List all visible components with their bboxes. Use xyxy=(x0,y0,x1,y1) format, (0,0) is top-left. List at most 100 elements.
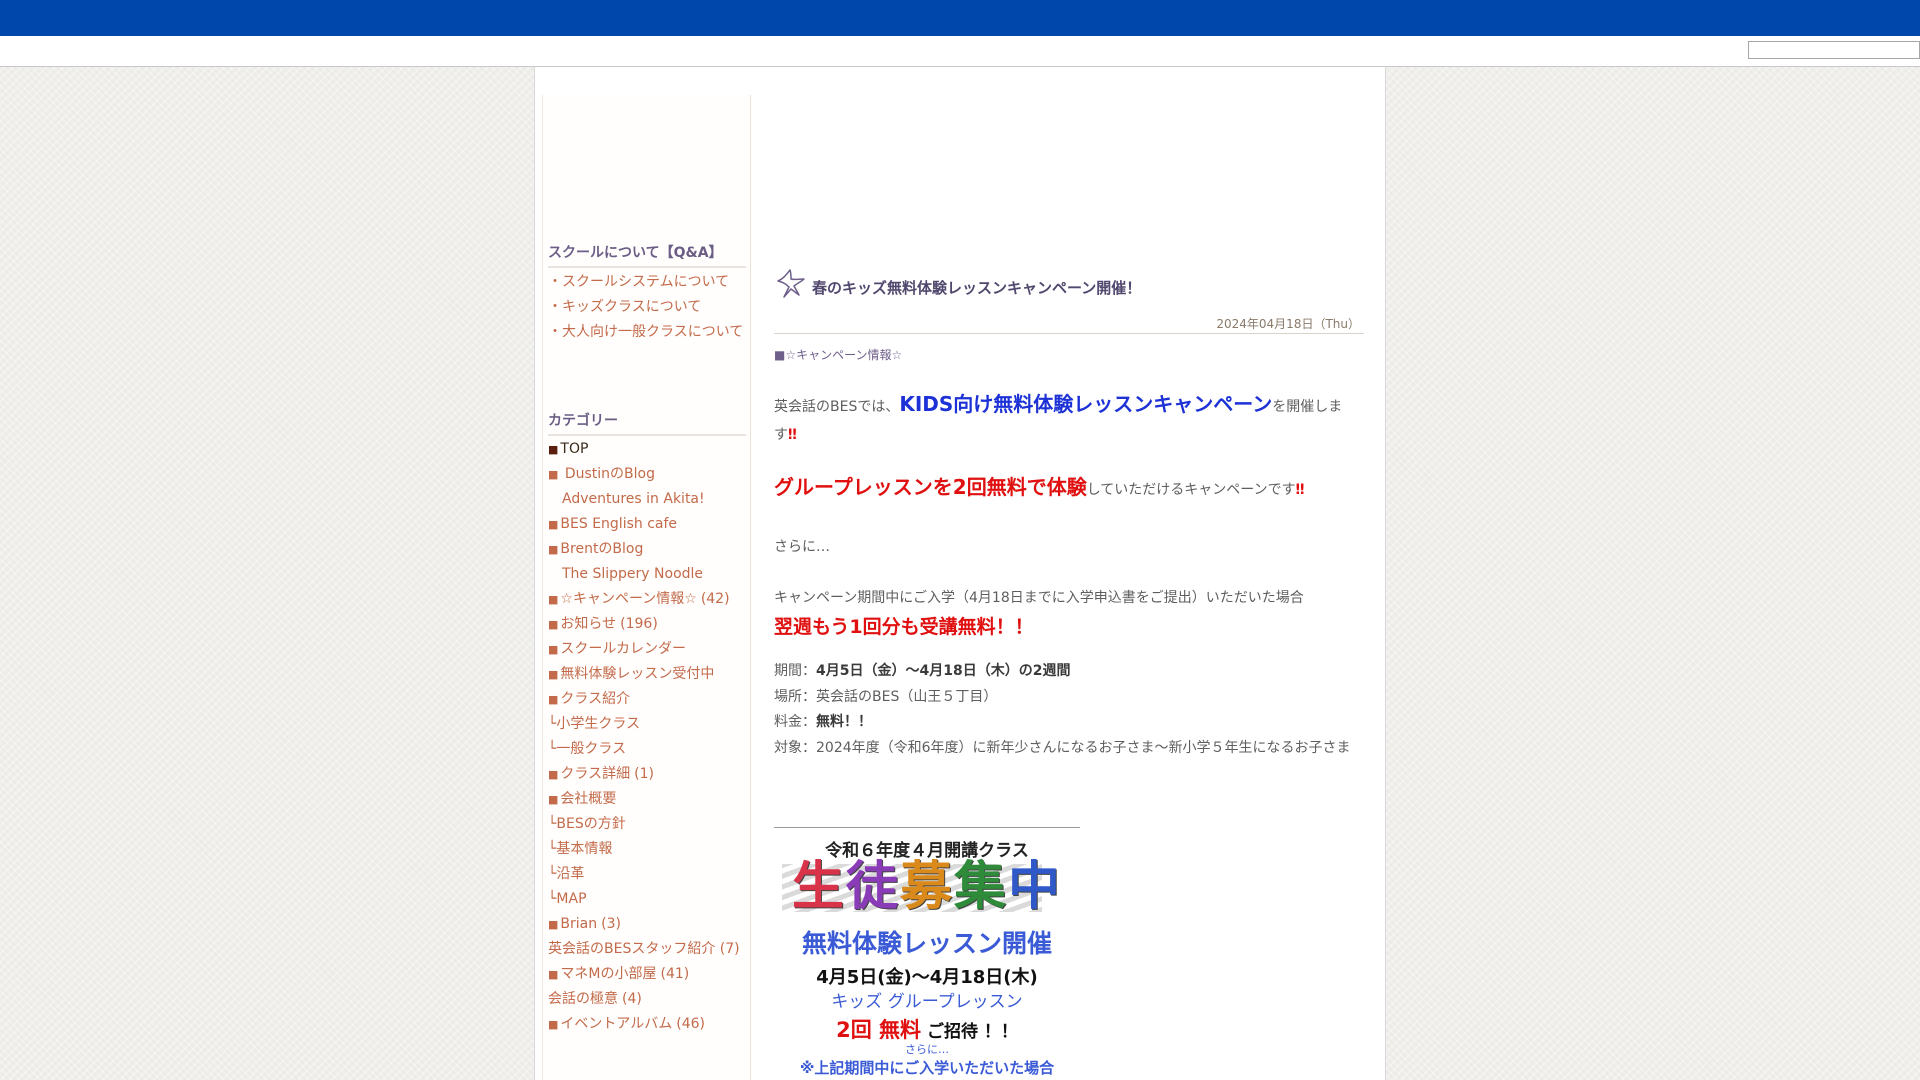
bonus-text: 翌週もう1回分も受講無料！！ xyxy=(774,613,1364,643)
category-item[interactable]: └基本情報 xyxy=(548,837,748,862)
category-count: (46) xyxy=(676,1016,706,1032)
sidebar: スクールについて【Q&A】 ・スクールシステムについて ・キッズクラスについて … xyxy=(542,95,751,1080)
category-item[interactable]: ■ BrentのBlog xyxy=(548,537,748,562)
category-item[interactable]: ■ DustinのBlog xyxy=(548,462,748,487)
category-label: └基本情報 xyxy=(548,841,613,857)
campaign-emphasis: グループレッスンを2回無料で体験 xyxy=(774,475,1087,499)
category-label: The Slippery Noodle xyxy=(562,566,704,582)
post-category-link[interactable]: ■☆キャンペーン情報☆ xyxy=(774,346,902,363)
furthermore-text: さらに… xyxy=(774,539,830,555)
period-suffix: の2週間 xyxy=(1018,663,1071,679)
category-item[interactable]: └小学生クラス xyxy=(548,712,748,737)
category-item[interactable]: ■ マネMの小部屋 (41) xyxy=(548,962,748,987)
fee-value: 無料！！ xyxy=(816,714,872,730)
school-link-system[interactable]: ・スクールシステムについて xyxy=(548,270,748,295)
category-label: DustinのBlog xyxy=(560,466,656,482)
intro-mark: ‼ xyxy=(788,427,797,443)
bullet-square-icon: ■ xyxy=(548,618,559,631)
category-item[interactable]: Adventures in Akita! xyxy=(548,487,748,512)
enrollment-condition: キャンペーン期間中にご入学（4月18日までに入学申込書をご提出）いただいた場合 xyxy=(774,590,1304,606)
post-title[interactable]: 春のキッズ無料体験レッスンキャンペーン開催！ xyxy=(812,277,1141,298)
category-label: BrentのBlog xyxy=(560,541,644,557)
campaign-suffix: していただけるキャンペーンです xyxy=(1086,482,1296,498)
category-item[interactable]: └一般クラス xyxy=(548,737,748,762)
flyer-char: 生 xyxy=(791,857,846,917)
category-count: (42) xyxy=(700,591,730,607)
flyer-char: 中 xyxy=(1008,857,1063,917)
category-item[interactable]: ■ TOP xyxy=(548,437,748,462)
category-count: (1) xyxy=(634,766,654,782)
category-item[interactable]: ■ ☆キャンペーン情報☆ (42) xyxy=(548,587,748,612)
bullet-square-icon: ■ xyxy=(548,593,559,606)
intro-paragraph: 英会話のBESでは、KIDS向け無料体験レッスンキャンペーンを開催します‼ xyxy=(774,390,1364,449)
category-label: └一般クラス xyxy=(548,741,627,757)
bullet-square-icon: ■ xyxy=(548,1018,559,1031)
ribbon-icon xyxy=(777,269,805,298)
fee-line: 料金：無料！！ xyxy=(774,710,1364,736)
school-link-kids[interactable]: ・キッズクラスについて xyxy=(548,295,748,320)
category-label: 英会話のBESスタッフ紹介 (7) xyxy=(548,941,740,957)
category-label: お知らせ xyxy=(560,616,617,632)
category-count: (41) xyxy=(660,966,690,982)
flyer-invite-suffix: ご招待 ！！ xyxy=(921,1022,1018,1042)
category-item[interactable]: 会話の極意 (4) xyxy=(548,987,748,1012)
bullet-square-icon: ■ xyxy=(548,968,559,981)
category-label: クラス詳細 xyxy=(560,766,631,782)
category-label: BES English cafe xyxy=(560,516,678,532)
bullet-square-icon: ■ xyxy=(548,468,559,481)
category-item[interactable]: ■ スクールカレンダー xyxy=(548,637,748,662)
period-value: 4月5日（金）～4月18日（木） xyxy=(816,663,1019,679)
category-item[interactable]: └BESの方針 xyxy=(548,812,748,837)
category-label: 会話の極意 xyxy=(548,991,618,1007)
fee-label: 料金： xyxy=(774,714,816,730)
category-label: └沿革 xyxy=(548,866,585,882)
category-item[interactable]: 英会話のBESスタッフ紹介 (7) xyxy=(548,937,748,962)
category-heading: カテゴリー xyxy=(548,410,746,436)
flyer-char: 徒 xyxy=(845,857,900,917)
bullet-square-icon: ■ xyxy=(548,543,559,556)
date-divider xyxy=(774,333,1364,334)
post-date: 2024年04月18日（Thu） xyxy=(1216,317,1360,331)
target-line: 対象：2024年度（令和6年度）に新年少さんになるお子さま～新小学５年生になるお… xyxy=(774,739,1351,756)
flyer-free-lesson: 無料体験レッスン開催 xyxy=(801,929,1052,958)
flyer-invite: 2回 無料 ご招待 ！！ xyxy=(774,1014,1080,1044)
flyer-furthermore: さらに… xyxy=(905,1043,949,1056)
campaign-flyer-image[interactable]: 令和６年度４月開講クラス 生徒募集中 無料体験レッスン開催 4月5日(金)～4月… xyxy=(774,827,1080,1080)
category-item[interactable]: └沿革 xyxy=(548,862,748,887)
bullet-square-icon: ■ xyxy=(548,443,559,456)
bullet-square-icon: ■ xyxy=(548,518,559,531)
category-label: ☆キャンペーン情報☆ xyxy=(560,591,697,607)
school-link-adult[interactable]: ・大人向け一般クラスについて xyxy=(548,320,748,345)
flyer-note: ※上記期間中にご入学いただいた場合 xyxy=(799,1059,1055,1077)
category-count: (196) xyxy=(620,616,658,632)
category-label: TOP xyxy=(560,441,589,457)
flyer-recruiting: 生徒募集中 xyxy=(774,856,1080,918)
flyer-dates: 4月5日(金)～4月18日(木) xyxy=(816,967,1038,988)
category-item[interactable]: ■ 会社概要 xyxy=(548,787,748,812)
bonus-emphasis: 翌週もう1回分も受講無料！！ xyxy=(774,616,1034,638)
blog-page: スクールについて【Q&A】 ・スクールシステムについて ・キッズクラスについて … xyxy=(534,67,1386,1080)
category-item[interactable]: ■ Brian (3) xyxy=(548,912,748,937)
category-item[interactable]: ■ イベントアルバム (46) xyxy=(548,1012,748,1037)
category-item[interactable]: ■ クラス詳細 (1) xyxy=(548,762,748,787)
flyer-invite-red: 2回 無料 xyxy=(836,1018,922,1042)
category-item[interactable]: ■ 無料体験レッスン受付中 xyxy=(548,662,748,687)
category-count: (4) xyxy=(622,991,642,1007)
bullet-square-icon: ■ xyxy=(548,643,559,656)
school-links: ・スクールシステムについて ・キッズクラスについて ・大人向け一般クラスについて xyxy=(548,270,748,345)
post-title-row: 春のキッズ無料体験レッスンキャンペーン開催！ xyxy=(774,267,1364,301)
category-item[interactable]: ■ クラス紹介 xyxy=(548,687,748,712)
category-item[interactable]: └MAP xyxy=(548,887,748,912)
category-label: └BESの方針 xyxy=(548,816,626,832)
flyer-char: 集 xyxy=(954,857,1009,917)
bullet-square-icon: ■ xyxy=(548,793,559,806)
category-label: イベントアルバム xyxy=(560,1016,673,1032)
search-input[interactable] xyxy=(1748,41,1920,59)
category-item[interactable]: ■ BES English cafe xyxy=(548,512,748,537)
category-item[interactable]: The Slippery Noodle xyxy=(548,562,748,587)
category-label: └小学生クラス xyxy=(548,716,641,732)
bullet-square-icon: ■ xyxy=(548,918,559,931)
category-item[interactable]: ■ お知らせ (196) xyxy=(548,612,748,637)
flyer-char: 募 xyxy=(899,857,954,917)
toolbar-strip xyxy=(0,36,1920,67)
